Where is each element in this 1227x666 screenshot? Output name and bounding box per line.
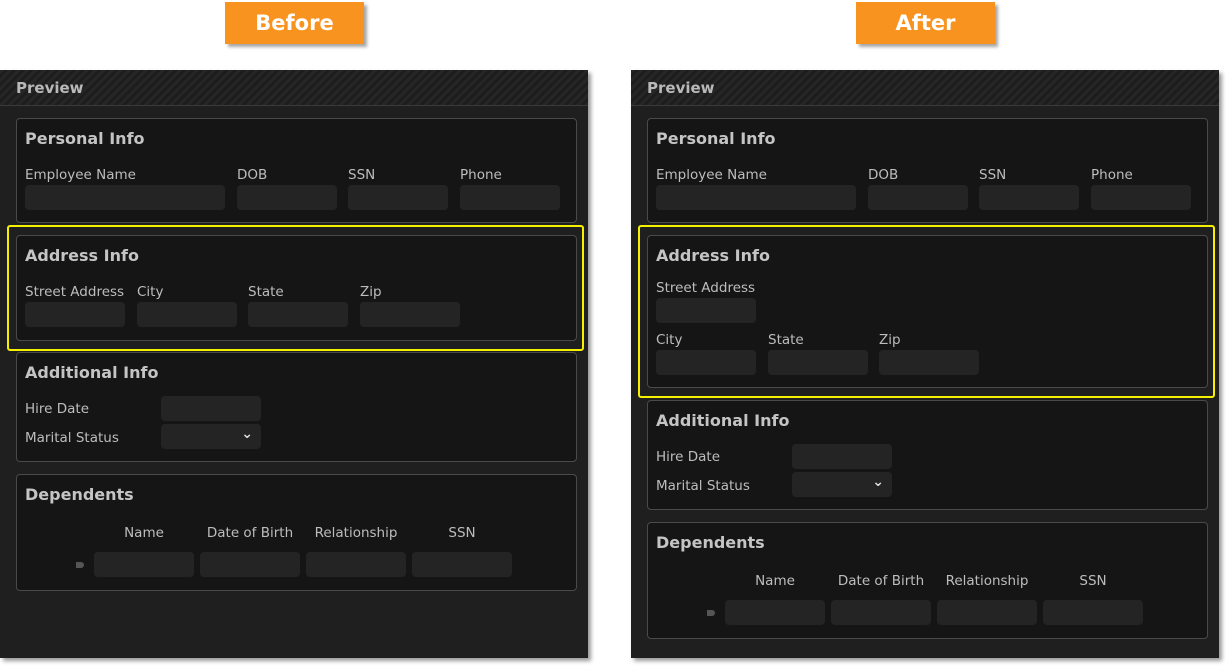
chevron-down-icon: ⌄ bbox=[241, 426, 253, 442]
column-header-ssn: SSN bbox=[448, 525, 476, 541]
ssn-input[interactable] bbox=[979, 185, 1079, 210]
section-title: Additional Info bbox=[25, 363, 159, 382]
hire-date-label: Hire Date bbox=[656, 449, 721, 465]
additional-info-section: Additional Info Hire Date Marital Status ⌄ bbox=[647, 400, 1208, 510]
after-label: After bbox=[856, 2, 995, 44]
dependent-ssn-input[interactable] bbox=[412, 552, 512, 577]
column-header-date-of-birth: Date of Birth bbox=[206, 525, 294, 541]
dependent-name-input[interactable] bbox=[725, 600, 825, 625]
employee-name-input[interactable] bbox=[656, 185, 856, 210]
hire-date-input[interactable] bbox=[792, 444, 892, 469]
dependent-date-of-birth-input[interactable] bbox=[831, 600, 931, 625]
dependent-relationship-input[interactable] bbox=[306, 552, 406, 577]
column-header-name: Name bbox=[755, 573, 795, 589]
row-marker-icon bbox=[707, 610, 715, 616]
preview-panel-after: Preview Personal Info Employee Name DOB SSN P… bbox=[631, 70, 1219, 658]
preview-title: Preview bbox=[16, 79, 84, 97]
phone-label: Phone bbox=[460, 167, 502, 183]
preview-header: Preview bbox=[631, 70, 1219, 106]
ssn-label: SSN bbox=[979, 167, 1007, 183]
zip-label: Zip bbox=[879, 332, 901, 348]
city-input[interactable] bbox=[137, 302, 237, 327]
section-title: Address Info bbox=[656, 246, 770, 265]
additional-info-section: Additional Info Hire Date Marital Status ⌄ bbox=[16, 352, 577, 462]
employee-name-input[interactable] bbox=[25, 185, 225, 210]
street-address-input[interactable] bbox=[656, 298, 756, 323]
dependents-section: Dependents Name Date of Birth Relationship S… bbox=[16, 474, 577, 591]
hire-date-label: Hire Date bbox=[25, 401, 90, 417]
dob-input[interactable] bbox=[868, 185, 968, 210]
city-input[interactable] bbox=[656, 350, 756, 375]
address-info-section: Address Info Street Address City State Zip bbox=[647, 235, 1208, 388]
marital-status-select[interactable]: ⌄ bbox=[792, 472, 892, 497]
personal-info-section: Personal Info Employee Name DOB SSN Phone bbox=[16, 118, 577, 223]
zip-input[interactable] bbox=[879, 350, 979, 375]
dependent-relationship-input[interactable] bbox=[937, 600, 1037, 625]
section-title: Dependents bbox=[25, 485, 134, 504]
marital-status-label: Marital Status bbox=[25, 430, 119, 446]
dependent-name-input[interactable] bbox=[94, 552, 194, 577]
dependents-section: Dependents Name Date of Birth Relationship S… bbox=[647, 522, 1208, 639]
section-title: Additional Info bbox=[656, 411, 790, 430]
column-header-name: Name bbox=[124, 525, 164, 541]
address-info-section: Address Info Street Address City State Zip bbox=[16, 235, 577, 341]
section-title: Dependents bbox=[656, 533, 765, 552]
column-header-date-of-birth: Date of Birth bbox=[837, 573, 925, 589]
section-title: Personal Info bbox=[656, 129, 776, 148]
marital-status-select[interactable]: ⌄ bbox=[161, 424, 261, 449]
dependent-ssn-input[interactable] bbox=[1043, 600, 1143, 625]
state-label: State bbox=[768, 332, 804, 348]
preview-title: Preview bbox=[647, 79, 715, 97]
zip-input[interactable] bbox=[360, 302, 460, 327]
section-title: Personal Info bbox=[25, 129, 145, 148]
dependent-date-of-birth-input[interactable] bbox=[200, 552, 300, 577]
ssn-input[interactable] bbox=[348, 185, 448, 210]
employee-name-label: Employee Name bbox=[656, 167, 767, 183]
phone-input[interactable] bbox=[460, 185, 560, 210]
personal-info-section: Personal Info Employee Name DOB SSN Phone bbox=[647, 118, 1208, 223]
preview-header: Preview bbox=[0, 70, 588, 106]
chevron-down-icon: ⌄ bbox=[872, 474, 884, 490]
column-header-relationship: Relationship bbox=[314, 525, 398, 541]
ssn-label: SSN bbox=[348, 167, 376, 183]
hire-date-input[interactable] bbox=[161, 396, 261, 421]
state-input[interactable] bbox=[768, 350, 868, 375]
marital-status-label: Marital Status bbox=[656, 478, 750, 494]
street-address-input[interactable] bbox=[25, 302, 125, 327]
state-input[interactable] bbox=[248, 302, 348, 327]
phone-label: Phone bbox=[1091, 167, 1133, 183]
phone-input[interactable] bbox=[1091, 185, 1191, 210]
section-title: Address Info bbox=[25, 246, 139, 265]
street-address-label: Street Address bbox=[656, 280, 756, 296]
street-address-label: Street Address bbox=[25, 284, 125, 300]
city-label: City bbox=[137, 284, 164, 300]
column-header-relationship: Relationship bbox=[945, 573, 1029, 589]
dob-label: DOB bbox=[868, 167, 899, 183]
dob-label: DOB bbox=[237, 167, 268, 183]
preview-panel-before: Preview Personal Info Employee Name DOB SSN P… bbox=[0, 70, 588, 658]
employee-name-label: Employee Name bbox=[25, 167, 136, 183]
dob-input[interactable] bbox=[237, 185, 337, 210]
column-header-ssn: SSN bbox=[1079, 573, 1107, 589]
zip-label: Zip bbox=[360, 284, 382, 300]
state-label: State bbox=[248, 284, 284, 300]
row-marker-icon bbox=[76, 562, 84, 568]
city-label: City bbox=[656, 332, 683, 348]
before-label: Before bbox=[225, 2, 364, 44]
